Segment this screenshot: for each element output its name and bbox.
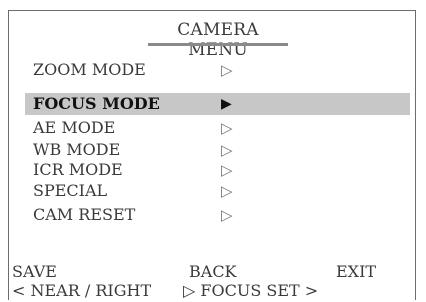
save-action[interactable]: SAVE [12,262,57,281]
submenu-arrow-icon: ▷ [221,61,233,79]
menu-item-label: ZOOM MODE [33,60,146,79]
submenu-arrow-icon: ▷ [221,161,233,179]
menu-item-label: AE MODE [33,118,116,137]
back-action[interactable]: BACK [189,262,237,281]
menu-item-icr-mode[interactable]: ICR MODE ▷ [25,159,410,181]
menu-item-special[interactable]: SPECIAL ▷ [25,180,410,202]
title-underline [148,43,288,46]
submenu-arrow-icon: ▶ [221,96,232,112]
menu-item-ae-mode[interactable]: AE MODE ▷ [25,117,410,139]
menu-item-label: FOCUS MODE [33,94,160,113]
near-right-hint: < NEAR / RIGHT [12,281,152,300]
exit-action[interactable]: EXIT [336,262,376,281]
menu-item-label: ICR MODE [33,160,123,179]
focus-set-hint: ▷ FOCUS SET > [183,281,319,300]
menu-item-zoom-mode[interactable]: ZOOM MODE ▷ [25,59,410,81]
submenu-arrow-icon: ▷ [221,182,233,200]
menu-item-label: SPECIAL [33,181,108,200]
submenu-arrow-icon: ▷ [221,119,233,137]
menu-title: CAMERA MENU [177,20,259,60]
submenu-arrow-icon: ▷ [221,141,233,159]
menu-item-label: CAM RESET [33,205,136,224]
menu-item-label: WB MODE [33,140,121,159]
submenu-arrow-icon: ▷ [221,206,233,224]
menu-item-wb-mode[interactable]: WB MODE ▷ [25,139,410,161]
menu-item-cam-reset[interactable]: CAM RESET ▷ [25,204,410,226]
menu-item-focus-mode[interactable]: FOCUS MODE ▶ [25,93,410,115]
